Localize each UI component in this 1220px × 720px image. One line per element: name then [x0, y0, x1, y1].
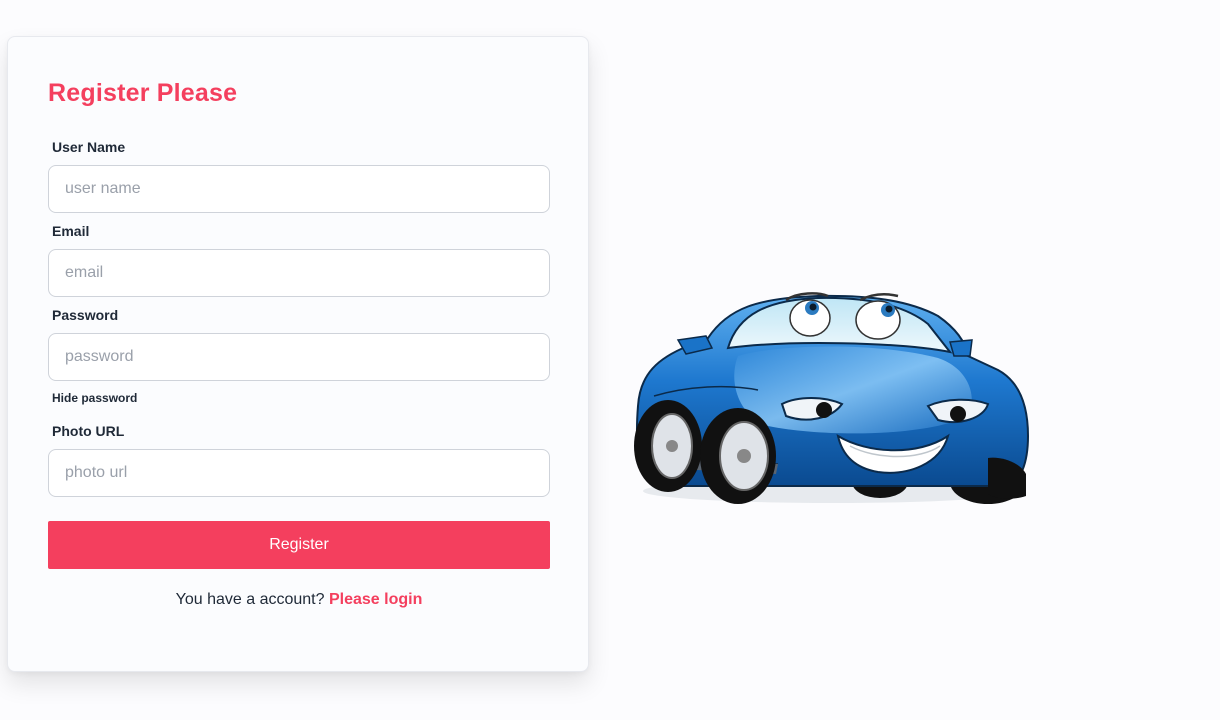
photo-url-label: Photo URL	[52, 423, 125, 439]
password-input[interactable]	[48, 333, 550, 381]
hide-password-toggle[interactable]: Hide password	[52, 391, 137, 405]
login-link[interactable]: Please login	[329, 591, 422, 608]
username-label: User Name	[52, 139, 126, 155]
photo-url-input[interactable]	[48, 449, 550, 497]
username-input[interactable]	[48, 165, 550, 213]
register-button[interactable]: Register	[48, 521, 550, 569]
email-input[interactable]	[48, 249, 550, 297]
form-title: Register Please	[48, 79, 238, 107]
register-page: Register Please User Name Email Password…	[0, 0, 1220, 720]
cartoon-car-image	[634, 292, 1030, 504]
car-illustration	[628, 286, 1034, 510]
login-prompt-text: You have a account?	[175, 591, 329, 608]
password-label: Password	[52, 307, 119, 323]
register-card: Register Please User Name Email Password…	[7, 36, 589, 672]
login-prompt: You have a account? Please login	[48, 591, 550, 609]
email-label: Email	[52, 223, 90, 239]
